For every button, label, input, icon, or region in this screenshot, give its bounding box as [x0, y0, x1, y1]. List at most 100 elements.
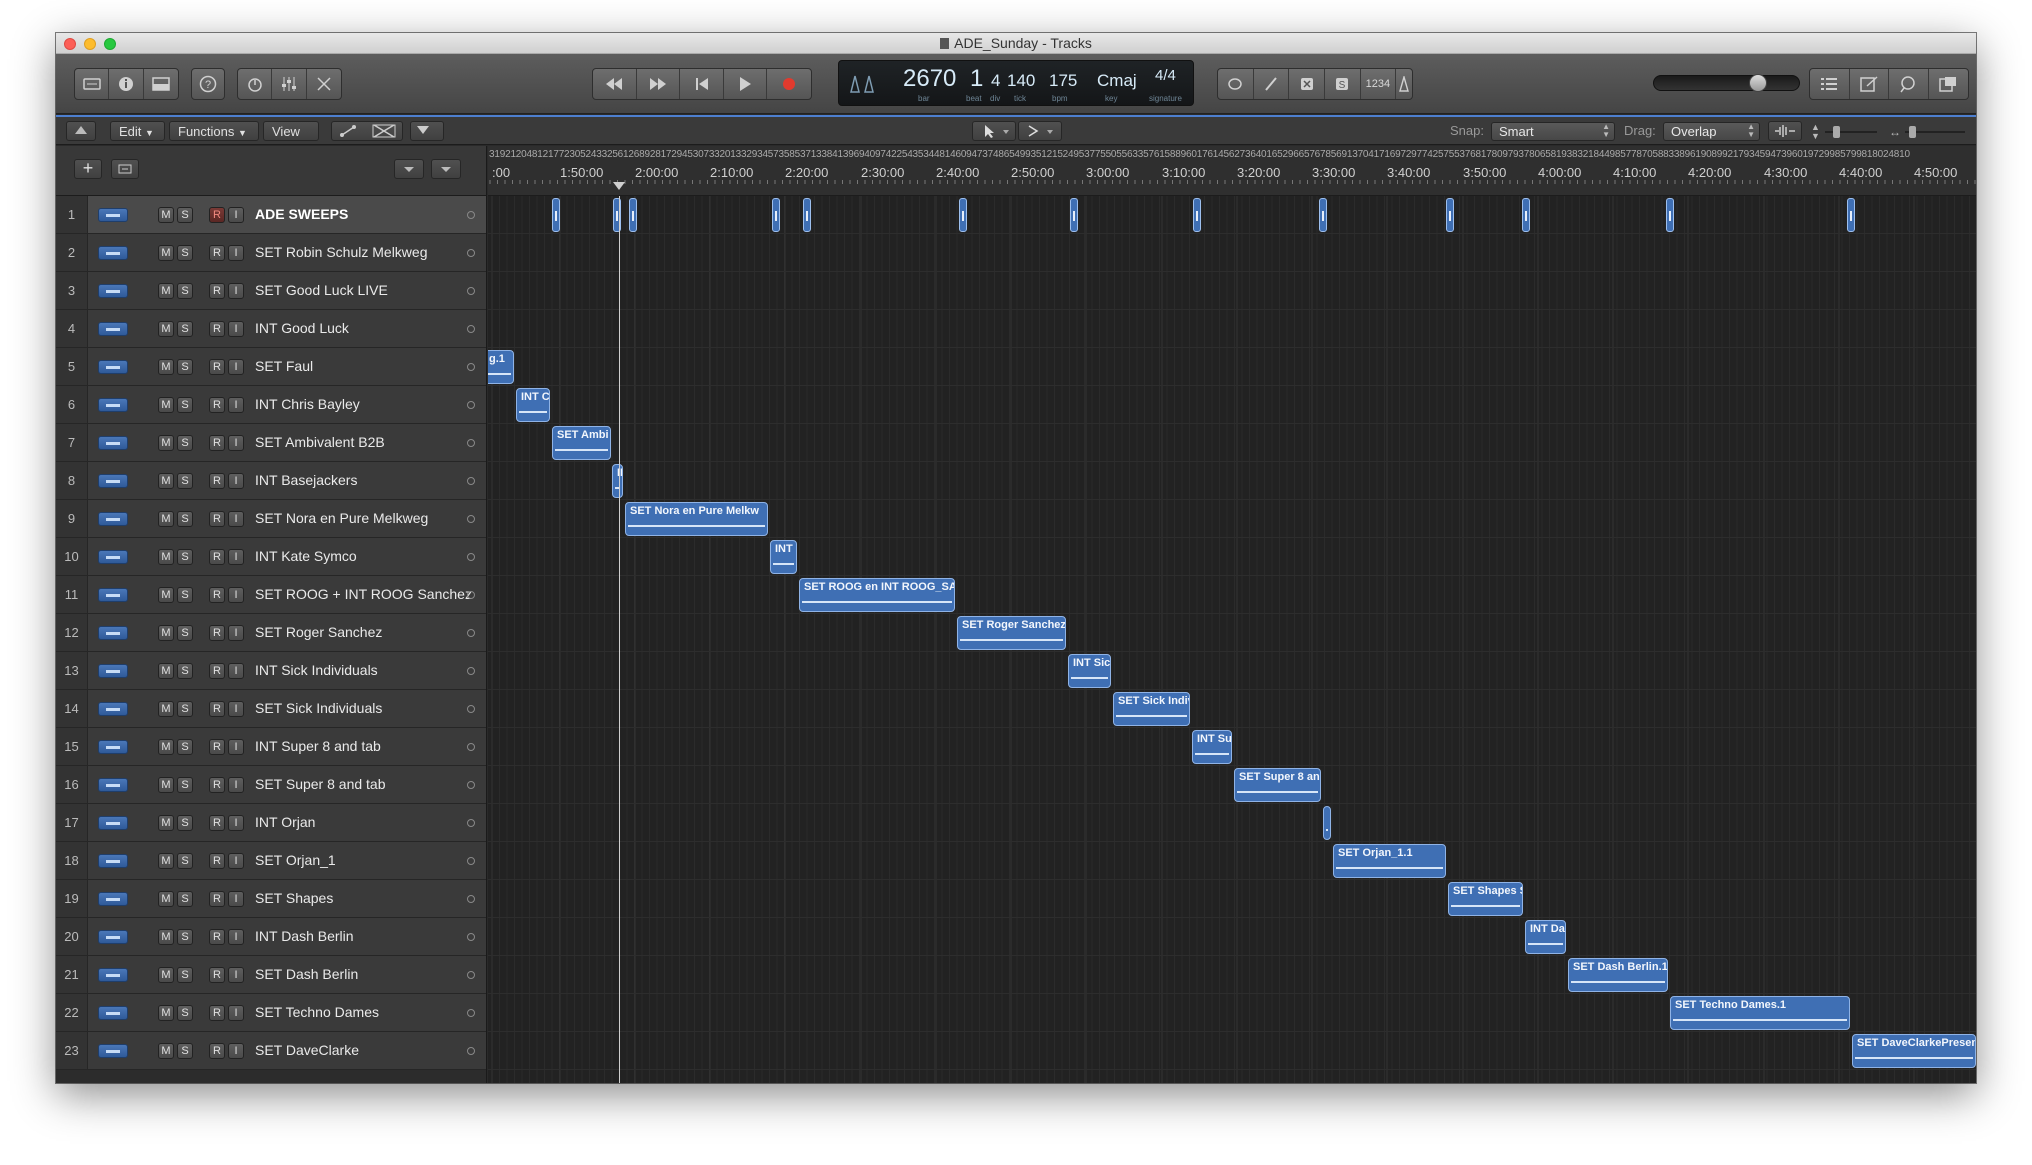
- audio-region[interactable]: INT C: [516, 388, 550, 422]
- audio-region[interactable]: SET Orjan_1.1: [1333, 844, 1446, 878]
- solo-button[interactable]: S: [177, 967, 193, 983]
- record-enable-button[interactable]: R: [209, 815, 225, 831]
- editors-scissors-icon[interactable]: [307, 69, 341, 99]
- timeline-ruler[interactable]: 3192120481217723052433256126892817294530…: [488, 146, 1976, 196]
- play-icon[interactable]: [724, 69, 768, 99]
- track-name[interactable]: ADE SWEEPS: [255, 196, 348, 233]
- solo-button[interactable]: S: [177, 1043, 193, 1059]
- note-pad-icon[interactable]: [1850, 69, 1889, 99]
- solo-button[interactable]: S: [177, 245, 193, 261]
- track-header[interactable]: 2 M S R I SET Robin Schulz Melkweg: [56, 234, 486, 272]
- sweep-region[interactable]: [1847, 198, 1855, 232]
- automation-icon[interactable]: [332, 122, 367, 140]
- input-monitor-button[interactable]: I: [228, 967, 244, 983]
- quick-help-icon[interactable]: ?: [191, 68, 225, 100]
- record-enable-button[interactable]: R: [209, 739, 225, 755]
- track-name[interactable]: SET Dash Berlin: [255, 956, 358, 993]
- solo-button[interactable]: S: [177, 739, 193, 755]
- mute-button[interactable]: M: [158, 397, 174, 413]
- input-monitor-button[interactable]: I: [228, 701, 244, 717]
- snap-dropdown[interactable]: Smart ▲ ▼: [1491, 122, 1615, 141]
- count-in-icon[interactable]: 1234: [1361, 69, 1397, 99]
- track-name[interactable]: INT Sick Individuals: [255, 652, 378, 689]
- input-monitor-button[interactable]: I: [228, 435, 244, 451]
- solo-button[interactable]: S: [177, 397, 193, 413]
- audio-region[interactable]: [1323, 806, 1331, 840]
- record-enable-button[interactable]: R: [209, 1043, 225, 1059]
- input-monitor-button[interactable]: I: [228, 473, 244, 489]
- audio-region[interactable]: SET ROOG en INT ROOG_SA: [799, 578, 955, 612]
- input-monitor-button[interactable]: I: [228, 283, 244, 299]
- left-click-tool[interactable]: [972, 121, 1016, 141]
- track-header[interactable]: 22 M S R I SET Techno Dames: [56, 994, 486, 1032]
- track-name[interactable]: SET Super 8 and tab: [255, 766, 386, 803]
- track-name[interactable]: SET Techno Dames: [255, 994, 379, 1031]
- record-enable-button[interactable]: R: [209, 207, 225, 223]
- input-monitor-button[interactable]: I: [228, 359, 244, 375]
- functions-menu[interactable]: Functions ▼: [169, 121, 259, 141]
- track-header[interactable]: 15 M S R I INT Super 8 and tab: [56, 728, 486, 766]
- audio-region[interactable]: SET Techno Dames.1: [1670, 996, 1850, 1030]
- track-name[interactable]: SET ROOG + INT ROOG Sanchez: [255, 576, 472, 613]
- solo-button[interactable]: S: [177, 815, 193, 831]
- catch-playhead-button[interactable]: [410, 121, 444, 141]
- master-volume-knob[interactable]: [1749, 74, 1767, 92]
- track-header[interactable]: 3 M S R I SET Good Luck LIVE: [56, 272, 486, 310]
- mixer-icon[interactable]: [272, 69, 307, 99]
- record-enable-button[interactable]: R: [209, 587, 225, 603]
- solo-button[interactable]: S: [177, 473, 193, 489]
- horizontal-zoom-slider[interactable]: ↔: [1889, 123, 1969, 141]
- mute-button[interactable]: M: [158, 1005, 174, 1021]
- solo-button[interactable]: S: [177, 853, 193, 869]
- track-header[interactable]: 10 M S R I INT Kate Symco: [56, 538, 486, 576]
- fast-forward-icon[interactable]: [637, 69, 681, 99]
- track-header[interactable]: 16 M S R I SET Super 8 and tab: [56, 766, 486, 804]
- mute-button[interactable]: M: [158, 435, 174, 451]
- record-enable-button[interactable]: R: [209, 245, 225, 261]
- global-tracks-icon[interactable]: [394, 159, 424, 179]
- solo-button[interactable]: S: [177, 283, 193, 299]
- audio-region[interactable]: SET Shapes S: [1448, 882, 1523, 916]
- playhead-line[interactable]: [619, 196, 620, 1083]
- solo-button[interactable]: S: [177, 359, 193, 375]
- waveform-zoom-button[interactable]: [1768, 121, 1802, 141]
- input-monitor-button[interactable]: I: [228, 739, 244, 755]
- track-name[interactable]: INT Good Luck: [255, 310, 349, 347]
- sweep-region[interactable]: [1522, 198, 1530, 232]
- input-monitor-button[interactable]: I: [228, 1005, 244, 1021]
- lcd-display[interactable]: 2670 1 4 140 175 Cmaj 4/4 bar beat div t…: [838, 60, 1194, 106]
- browser-icon[interactable]: [1929, 69, 1968, 99]
- mute-button[interactable]: M: [158, 245, 174, 261]
- solo-button[interactable]: S: [177, 1005, 193, 1021]
- audio-region[interactable]: IN: [612, 464, 623, 498]
- track-header[interactable]: 1 M S R I ADE SWEEPS: [56, 196, 486, 234]
- vertical-zoom-slider[interactable]: ▲ ▼: [1811, 123, 1881, 141]
- solo-button[interactable]: S: [177, 663, 193, 679]
- record-enable-button[interactable]: R: [209, 929, 225, 945]
- input-monitor-button[interactable]: I: [228, 321, 244, 337]
- mute-button[interactable]: M: [158, 929, 174, 945]
- right-click-tool[interactable]: [1018, 121, 1062, 141]
- automation-flex-buttons[interactable]: [331, 121, 403, 141]
- mute-button[interactable]: M: [158, 473, 174, 489]
- audio-region[interactable]: SET Nora en Pure Melkw: [625, 502, 768, 536]
- mute-button[interactable]: M: [158, 321, 174, 337]
- mute-button[interactable]: M: [158, 967, 174, 983]
- input-monitor-button[interactable]: I: [228, 663, 244, 679]
- tuner-icon[interactable]: [1254, 69, 1290, 99]
- track-name[interactable]: SET Nora en Pure Melkweg: [255, 500, 428, 537]
- mute-button[interactable]: M: [158, 853, 174, 869]
- audio-region[interactable]: SET Ambi: [552, 426, 611, 460]
- track-name[interactable]: INT Dash Berlin: [255, 918, 354, 955]
- solo-button[interactable]: S: [177, 777, 193, 793]
- track-name[interactable]: SET Orjan_1: [255, 842, 336, 879]
- audio-region[interactable]: SET DaveClarkePresents4: [1852, 1034, 1976, 1068]
- sweep-region[interactable]: [1666, 198, 1674, 232]
- loop-browser-icon[interactable]: [1889, 69, 1929, 99]
- track-name[interactable]: INT Orjan: [255, 804, 315, 841]
- input-monitor-button[interactable]: I: [228, 815, 244, 831]
- sweep-region[interactable]: [1193, 198, 1201, 232]
- solo-button[interactable]: S: [177, 929, 193, 945]
- record-enable-button[interactable]: R: [209, 359, 225, 375]
- record-enable-button[interactable]: R: [209, 853, 225, 869]
